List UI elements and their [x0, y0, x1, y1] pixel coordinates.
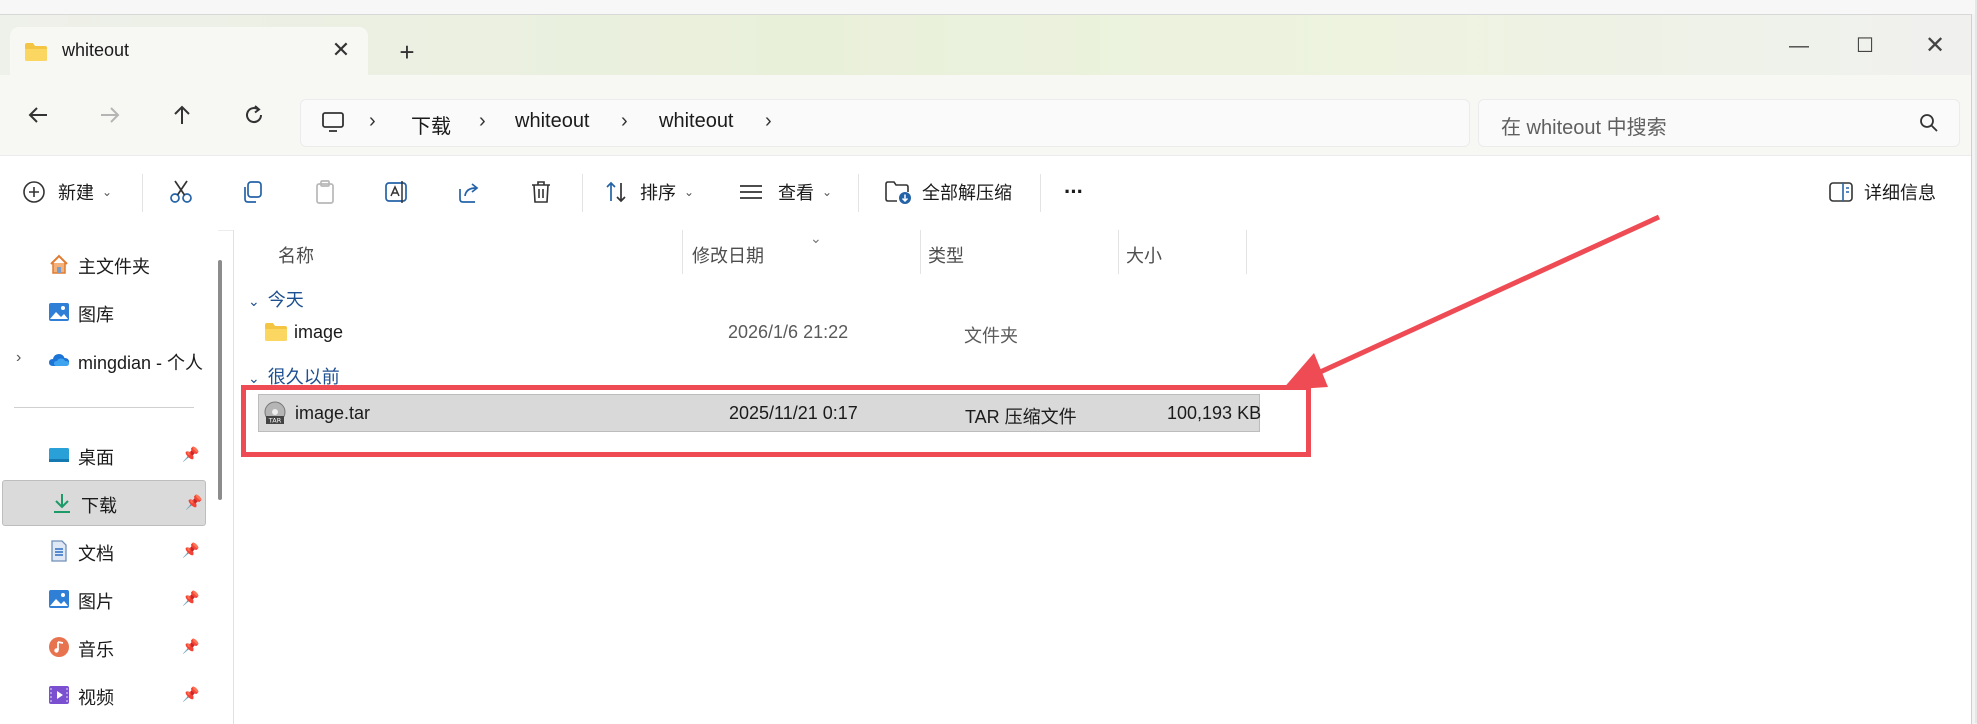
background-strip — [0, 0, 1977, 14]
file-explorer-window: whiteout ✕ + — ☐ ✕ › 下载 › whiteout › whi… — [0, 14, 1972, 724]
annotation-arrow — [1282, 214, 1661, 390]
